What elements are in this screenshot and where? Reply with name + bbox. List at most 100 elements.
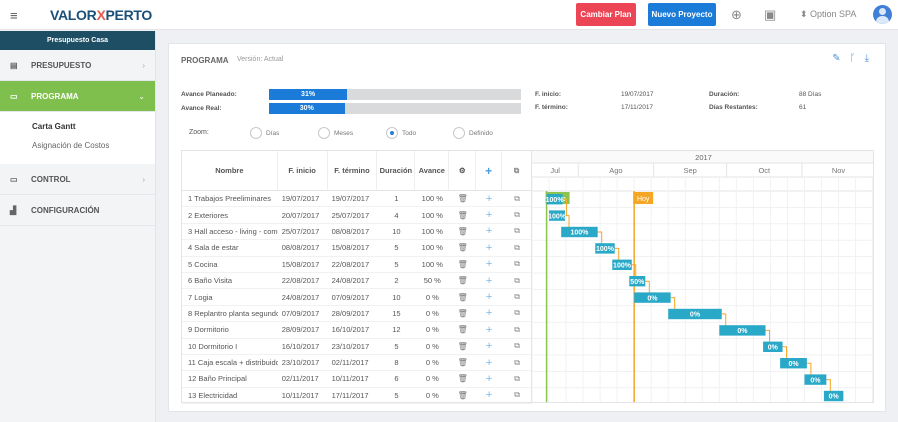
radio-icon[interactable] [250, 127, 262, 139]
col-inicio[interactable]: F. inicio [278, 151, 328, 190]
gantt-bar-label: 0% [690, 312, 701, 319]
task-name: 6 Baño Visita [188, 276, 233, 286]
trash-icon[interactable]: 🗑 [449, 388, 476, 403]
table-row[interactable]: 13 Electricidad 10/11/2017 17/11/2017 5 0 % 🗑… [182, 388, 532, 405]
copy-icon[interactable]: ⧉ [502, 322, 532, 337]
sidebar-item-control[interactable]: ▭ CONTROL › [0, 164, 155, 195]
download-icon[interactable]: ⤓ [865, 53, 869, 64]
col-avance[interactable]: Avance [415, 151, 450, 190]
trash-icon[interactable]: 🗑 [449, 355, 476, 370]
lifebuoy-icon[interactable]: ⊕ [731, 7, 742, 23]
end-date-label: F. término: [535, 104, 568, 111]
copy-icon[interactable]: ⧉ [502, 388, 532, 403]
trash-icon[interactable]: 🗑 [449, 224, 476, 239]
logo[interactable]: VALORXPERTO [50, 7, 152, 23]
table-row[interactable]: 3 Hall acceso - living - comedor25/07/20… [182, 224, 532, 241]
real-progress-label: Avance Real: [181, 105, 222, 112]
copy-icon[interactable]: ⧉ [502, 306, 532, 321]
sidebar-item-programa[interactable]: ▭ PROGRAMA ⌄ [0, 81, 155, 112]
task-start: 15/08/2017 [281, 259, 320, 269]
table-row[interactable]: 5 Cocina 15/08/2017 22/08/2017 5 100 % 🗑 + ⧉ [182, 257, 532, 273]
zoom-option-definido[interactable]: Definido [453, 127, 493, 139]
add-subtask-icon[interactable]: + [476, 207, 502, 222]
table-row[interactable]: 6 Baño Visita 22/08/2017 24/08/2017 2 50 % 🗑 +… [182, 273, 532, 290]
table-row[interactable]: 7 Logia 24/08/2017 07/09/2017 10 0 % 🗑 + ⧉ [182, 289, 532, 306]
copy-icon[interactable]: ⧉ [502, 151, 532, 190]
gantt-bar-label: 0% [647, 295, 658, 302]
add-subtask-icon[interactable]: + [476, 322, 502, 337]
task-progress: 0 % [425, 308, 439, 318]
copy-icon[interactable]: ⧉ [502, 355, 532, 370]
new-project-button[interactable]: Nuevo Proyecto [648, 3, 716, 26]
zoom-option-meses[interactable]: Meses [318, 127, 353, 139]
zoom-option-label: Todo [402, 129, 417, 137]
trash-icon[interactable]: 🗑 [449, 322, 476, 337]
copy-icon[interactable]: ⧉ [502, 273, 532, 288]
copy-icon[interactable]: ⧉ [502, 191, 532, 206]
add-subtask-icon[interactable]: + [476, 240, 502, 255]
submenu-carta-gantt[interactable]: Carta Gantt [32, 122, 155, 131]
table-row[interactable]: 9 Dormitorio 28/09/2017 16/10/2017 12 0 % 🗑 + ⧉ [182, 322, 532, 339]
col-nombre[interactable]: Nombre [182, 151, 278, 190]
task-duration: 5 [394, 243, 399, 253]
table-row[interactable]: 4 Sala de estar 08/08/2017 15/08/2017 5 100 … [182, 240, 532, 257]
add-subtask-icon[interactable]: + [476, 191, 502, 206]
gear-icon[interactable]: ⚙ [449, 151, 477, 190]
trash-icon[interactable]: 🗑 [449, 191, 476, 206]
zoom-option-todo[interactable]: Todo [386, 127, 416, 139]
copy-icon[interactable]: ⧉ [502, 224, 532, 239]
radio-icon[interactable] [318, 127, 330, 139]
add-subtask-icon[interactable]: + [476, 257, 502, 272]
radio-selected-icon[interactable] [386, 127, 398, 139]
add-task-icon[interactable]: + [476, 151, 503, 190]
task-table-body: 1 Trabajos Preeliminares 19/07/2017 19/07/… [182, 191, 532, 405]
copy-icon[interactable]: ⧉ [502, 240, 532, 255]
trash-icon[interactable]: 🗑 [449, 306, 476, 321]
submenu-asignacion-costos[interactable]: Asignación de Costos [32, 141, 155, 150]
trash-icon[interactable]: 🗑 [449, 371, 476, 386]
trash-icon[interactable]: 🗑 [449, 339, 476, 354]
trash-icon[interactable]: 🗑 [449, 289, 476, 304]
change-plan-button[interactable]: Cambiar Plan [576, 3, 636, 26]
table-row[interactable]: 1 Trabajos Preeliminares 19/07/2017 19/07/… [182, 191, 532, 208]
add-subtask-icon[interactable]: + [476, 306, 502, 321]
trash-icon[interactable]: 🗑 [449, 207, 476, 222]
add-subtask-icon[interactable]: + [476, 371, 502, 386]
add-subtask-icon[interactable]: + [476, 289, 502, 304]
task-progress: 0 % [425, 390, 439, 400]
sidebar-item-label: PROGRAMA [31, 91, 79, 101]
branch-icon[interactable]: ᚴ [850, 53, 856, 64]
table-row[interactable]: 10 Dormitorio I 16/10/2017 23/10/2017 5 0 % 🗑… [182, 339, 532, 355]
avatar[interactable] [873, 5, 892, 24]
task-name: 13 Electricidad [188, 390, 238, 400]
radio-icon[interactable] [453, 127, 465, 139]
col-duracion[interactable]: Duración [377, 151, 416, 190]
add-subtask-icon[interactable]: + [476, 355, 502, 370]
briefcase-icon[interactable]: ▣ [764, 7, 776, 23]
chevron-right-icon: › [142, 60, 145, 70]
sidebar-item-configuracion[interactable]: ▟ CONFIGURACIÓN [0, 195, 155, 226]
trash-icon[interactable]: 🗑 [449, 273, 476, 288]
hamburger-icon[interactable]: ≡ [10, 8, 18, 23]
table-row[interactable]: 8 Replantro planta segundo piso07/09/201… [182, 306, 532, 323]
option-spa-dropdown[interactable]: ⬍ Option SPA [800, 9, 856, 20]
sidebar-item-presupuesto[interactable]: ▤ PRESUPUESTO › [0, 50, 155, 81]
copy-icon[interactable]: ⧉ [502, 371, 532, 386]
add-subtask-icon[interactable]: + [476, 224, 502, 239]
copy-icon[interactable]: ⧉ [502, 257, 532, 272]
col-termino[interactable]: F. término [328, 151, 378, 190]
trash-icon[interactable]: 🗑 [449, 257, 476, 272]
trash-icon[interactable]: 🗑 [449, 240, 476, 255]
add-subtask-icon[interactable]: + [476, 273, 502, 288]
table-row[interactable]: 12 Baño Principal 02/11/2017 10/11/2017 6 0 … [182, 371, 532, 388]
task-end: 17/11/2017 [331, 390, 369, 400]
edit-icon[interactable]: ✎ [832, 53, 840, 64]
copy-icon[interactable]: ⧉ [502, 339, 532, 354]
add-subtask-icon[interactable]: + [476, 388, 502, 403]
copy-icon[interactable]: ⧉ [502, 207, 532, 222]
table-row[interactable]: 2 Exteriores 20/07/2017 25/07/2017 4 100 % 🗑 +… [182, 207, 532, 224]
copy-icon[interactable]: ⧉ [502, 289, 532, 304]
add-subtask-icon[interactable]: + [476, 339, 502, 354]
zoom-option-dias[interactable]: Días [250, 127, 279, 139]
table-row[interactable]: 11 Caja escala + distribuidor 23/10/2017 0… [182, 355, 532, 372]
